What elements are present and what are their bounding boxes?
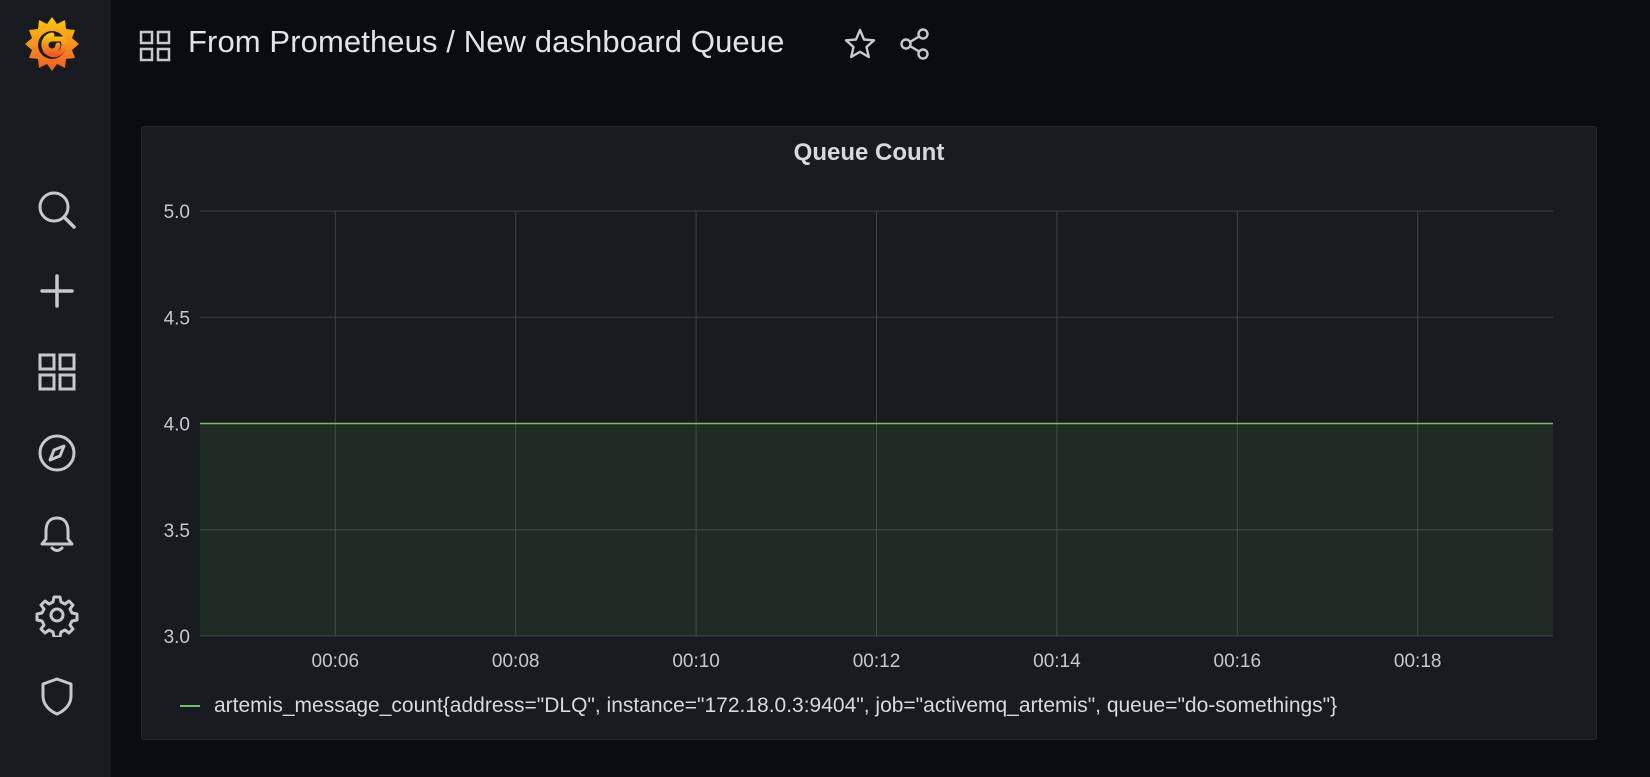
create-plus-icon[interactable] xyxy=(33,267,81,315)
explore-compass-icon[interactable] xyxy=(33,429,81,477)
y-tick-label: 3.5 xyxy=(164,521,190,542)
legend-swatch xyxy=(180,705,200,707)
queue-count-chart: 3.0 3.5 4.0 4.5 5.0 00:06 00:08 00:10 00:12 00:14… xyxy=(164,202,1553,672)
alerting-bell-icon[interactable] xyxy=(33,510,81,558)
page-title[interactable]: From Prometheus / New dashboard Queue xyxy=(188,24,784,60)
x-tick-label: 00:16 xyxy=(1214,651,1262,672)
x-tick-label: 00:18 xyxy=(1394,651,1442,672)
search-icon[interactable] xyxy=(33,186,81,234)
x-tick-label: 00:06 xyxy=(312,651,360,672)
dashboards-icon[interactable] xyxy=(33,348,81,396)
y-tick-label: 5.0 xyxy=(164,202,190,223)
x-tick-label: 00:14 xyxy=(1033,651,1081,672)
server-admin-shield-icon[interactable] xyxy=(33,672,81,720)
series-area-fill xyxy=(200,423,1553,636)
x-tick-label: 00:12 xyxy=(853,651,901,672)
dashboard-header: From Prometheus / New dashboard Queue xyxy=(111,0,1650,90)
queue-count-panel: Queue Count 3.0 3.5 4.0 4.5 5.0 00:06 00:08 00:… xyxy=(141,126,1597,740)
share-icon[interactable] xyxy=(898,27,932,61)
y-tick-label: 4.0 xyxy=(164,415,190,436)
y-tick-label: 4.5 xyxy=(164,308,190,329)
grafana-logo-icon[interactable] xyxy=(24,15,80,73)
legend-series-label[interactable]: artemis_message_count{address="DLQ", ins… xyxy=(214,694,1337,718)
y-tick-label: 3.0 xyxy=(164,627,190,648)
chart-legend: artemis_message_count{address="DLQ", ins… xyxy=(180,694,1337,718)
sidebar xyxy=(0,0,111,777)
star-icon[interactable] xyxy=(843,27,877,61)
x-tick-label: 00:08 xyxy=(492,651,540,672)
dashboard-grid-icon xyxy=(139,30,171,62)
x-tick-label: 00:10 xyxy=(672,651,720,672)
configuration-gear-icon[interactable] xyxy=(33,591,81,639)
